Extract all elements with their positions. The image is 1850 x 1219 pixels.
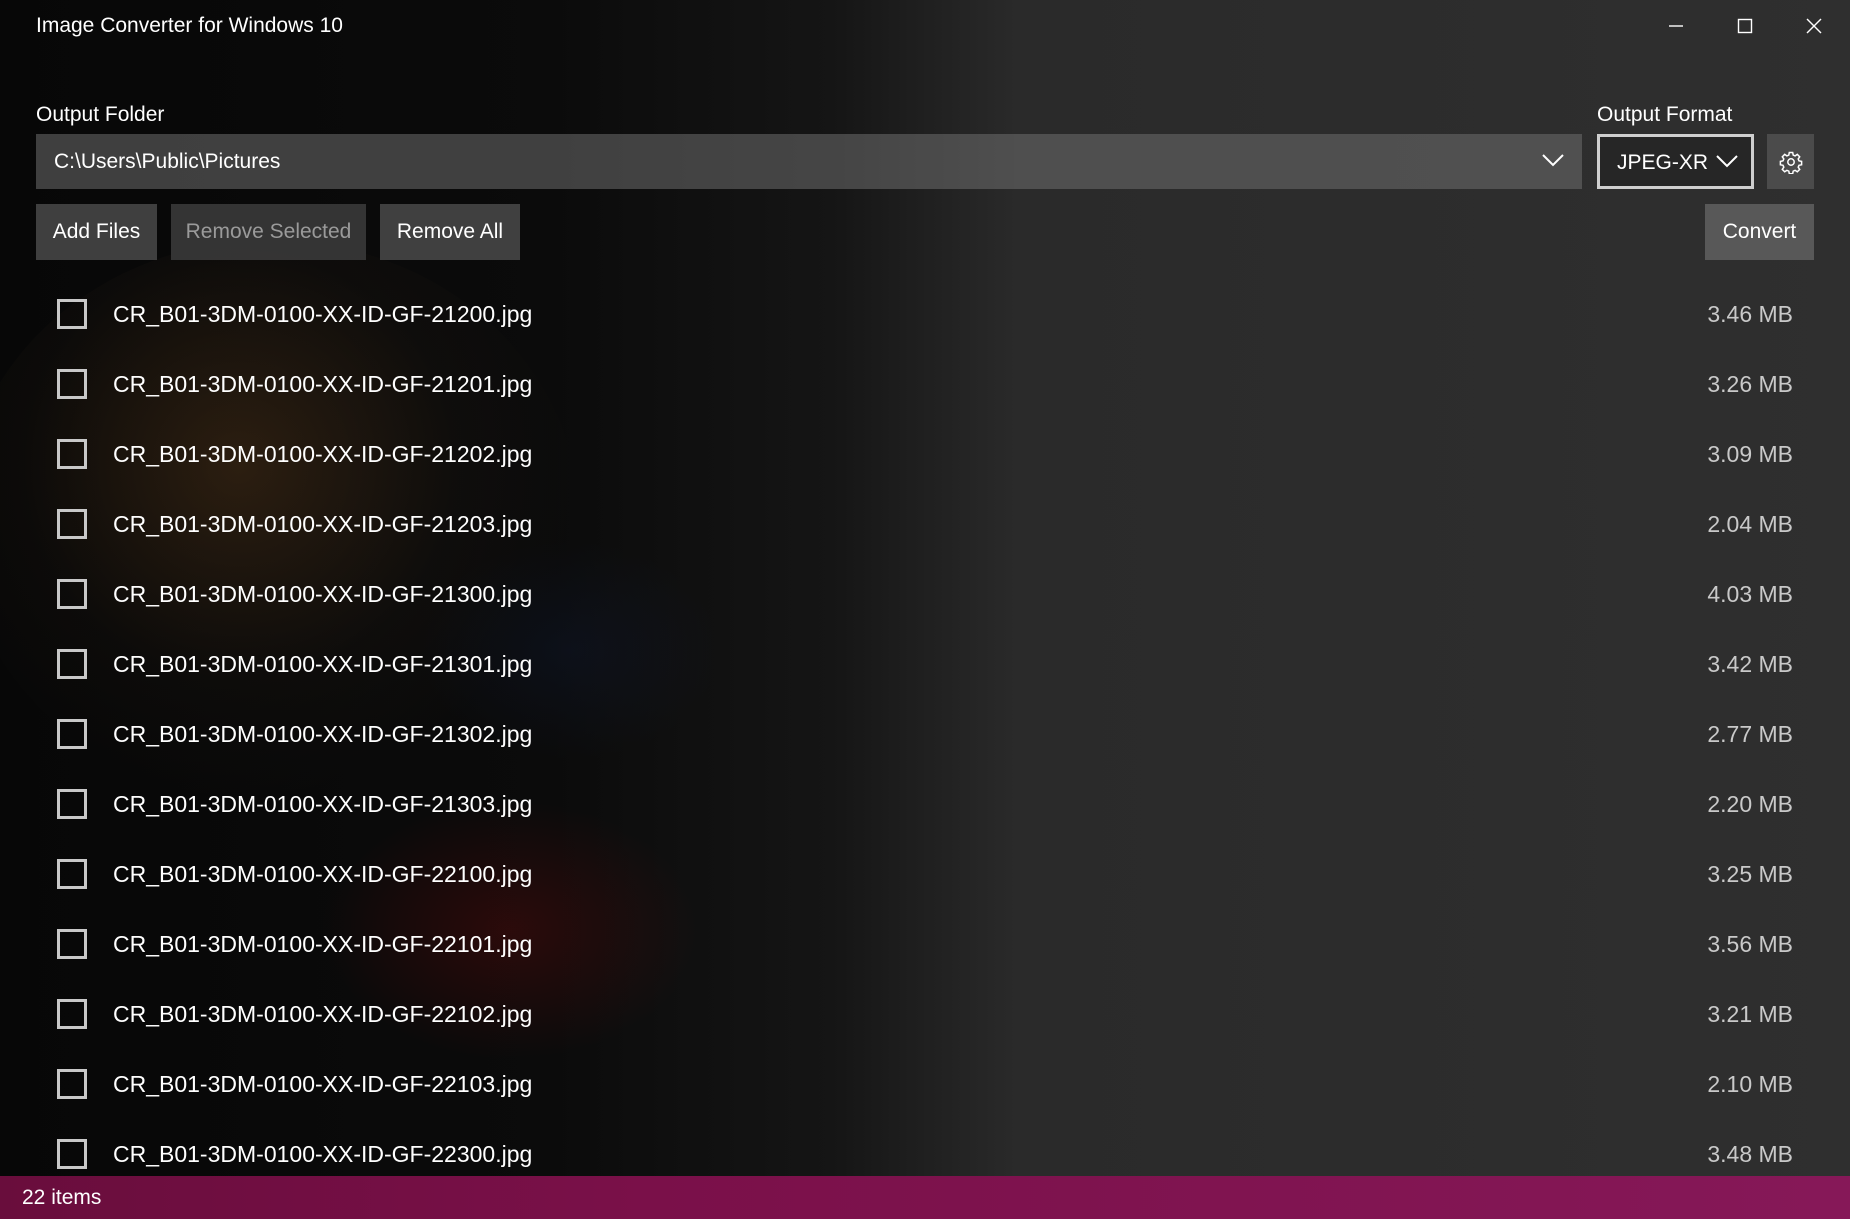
- list-item[interactable]: CR_B01-3DM-0100-XX-ID-GF-21203.jpg 2.04 M…: [0, 490, 1850, 560]
- file-checkbox[interactable]: [57, 649, 87, 679]
- file-name: CR_B01-3DM-0100-XX-ID-GF-22102.jpg: [113, 1001, 533, 1027]
- list-item[interactable]: CR_B01-3DM-0100-XX-ID-GF-21303.jpg 2.20 M…: [0, 770, 1850, 840]
- output-format-combobox[interactable]: JPEG-XR: [1597, 134, 1754, 189]
- file-name: CR_B01-3DM-0100-XX-ID-GF-21301.jpg: [113, 651, 533, 677]
- list-item[interactable]: CR_B01-3DM-0100-XX-ID-GF-22300.jpg 3.48 M…: [0, 1120, 1850, 1176]
- file-size: 2.04 MB: [1707, 511, 1793, 537]
- file-size: 3.48 MB: [1707, 1141, 1793, 1167]
- file-checkbox[interactable]: [57, 509, 87, 539]
- close-icon: [1806, 18, 1822, 34]
- file-name: CR_B01-3DM-0100-XX-ID-GF-22101.jpg: [113, 931, 533, 957]
- output-folder-combobox[interactable]: C:\Users\Public\Pictures: [36, 134, 1582, 189]
- file-name: CR_B01-3DM-0100-XX-ID-GF-21302.jpg: [113, 721, 533, 747]
- maximize-icon: [1737, 18, 1753, 34]
- remove-selected-button[interactable]: Remove Selected: [171, 204, 366, 260]
- file-size: 3.46 MB: [1707, 301, 1793, 327]
- minimize-icon: [1669, 25, 1683, 27]
- remove-all-button[interactable]: Remove All: [380, 204, 520, 260]
- file-checkbox[interactable]: [57, 1139, 87, 1169]
- file-checkbox[interactable]: [57, 789, 87, 819]
- status-bar: 22 items: [0, 1176, 1850, 1219]
- file-size: 2.77 MB: [1707, 721, 1793, 747]
- list-item[interactable]: CR_B01-3DM-0100-XX-ID-GF-22103.jpg 2.10 M…: [0, 1050, 1850, 1120]
- output-format-label: Output Format: [1597, 103, 1733, 126]
- file-checkbox[interactable]: [57, 859, 87, 889]
- close-button[interactable]: [1780, 0, 1848, 52]
- item-count: 22 items: [22, 1186, 102, 1209]
- file-size: 3.25 MB: [1707, 861, 1793, 887]
- settings-button[interactable]: [1767, 134, 1814, 189]
- file-name: CR_B01-3DM-0100-XX-ID-GF-21202.jpg: [113, 441, 533, 467]
- file-size: 2.20 MB: [1707, 791, 1793, 817]
- file-checkbox[interactable]: [57, 579, 87, 609]
- list-item[interactable]: CR_B01-3DM-0100-XX-ID-GF-22100.jpg 3.25 M…: [0, 840, 1850, 910]
- output-format-value: JPEG-XR: [1617, 151, 1709, 174]
- add-files-button[interactable]: Add Files: [36, 204, 157, 260]
- file-checkbox[interactable]: [57, 999, 87, 1029]
- file-checkbox[interactable]: [57, 439, 87, 469]
- title-bar[interactable]: Image Converter for Windows 10: [0, 0, 1850, 52]
- file-list[interactable]: CR_B01-3DM-0100-XX-ID-GF-21200.jpg 3.46 M…: [0, 280, 1850, 1176]
- list-item[interactable]: CR_B01-3DM-0100-XX-ID-GF-22102.jpg 3.21 M…: [0, 980, 1850, 1050]
- file-size: 3.42 MB: [1707, 651, 1793, 677]
- file-size: 3.56 MB: [1707, 931, 1793, 957]
- chevron-down-icon: [1716, 153, 1738, 174]
- file-name: CR_B01-3DM-0100-XX-ID-GF-21300.jpg: [113, 581, 533, 607]
- file-size: 3.21 MB: [1707, 1001, 1793, 1027]
- file-checkbox[interactable]: [57, 369, 87, 399]
- gear-icon: [1779, 151, 1802, 174]
- file-name: CR_B01-3DM-0100-XX-ID-GF-21203.jpg: [113, 511, 533, 537]
- convert-button[interactable]: Convert: [1705, 204, 1814, 260]
- file-name: CR_B01-3DM-0100-XX-ID-GF-22100.jpg: [113, 861, 533, 887]
- file-checkbox[interactable]: [57, 1069, 87, 1099]
- list-item[interactable]: CR_B01-3DM-0100-XX-ID-GF-21301.jpg 3.42 M…: [0, 630, 1850, 700]
- list-item[interactable]: CR_B01-3DM-0100-XX-ID-GF-22101.jpg 3.56 M…: [0, 910, 1850, 980]
- file-name: CR_B01-3DM-0100-XX-ID-GF-21200.jpg: [113, 301, 533, 327]
- maximize-button[interactable]: [1711, 0, 1779, 52]
- file-checkbox[interactable]: [57, 929, 87, 959]
- list-item[interactable]: CR_B01-3DM-0100-XX-ID-GF-21202.jpg 3.09 M…: [0, 420, 1850, 490]
- chevron-down-icon: [1542, 152, 1564, 173]
- minimize-button[interactable]: [1642, 0, 1710, 52]
- output-folder-label: Output Folder: [36, 103, 165, 126]
- file-checkbox[interactable]: [57, 299, 87, 329]
- output-folder-value: C:\Users\Public\Pictures: [54, 150, 281, 173]
- file-size: 4.03 MB: [1707, 581, 1793, 607]
- file-name: CR_B01-3DM-0100-XX-ID-GF-22300.jpg: [113, 1141, 533, 1167]
- window-title: Image Converter for Windows 10: [36, 14, 343, 37]
- file-size: 3.26 MB: [1707, 371, 1793, 397]
- list-item[interactable]: CR_B01-3DM-0100-XX-ID-GF-21201.jpg 3.26 M…: [0, 350, 1850, 420]
- file-name: CR_B01-3DM-0100-XX-ID-GF-21201.jpg: [113, 371, 533, 397]
- list-item[interactable]: CR_B01-3DM-0100-XX-ID-GF-21200.jpg 3.46 M…: [0, 280, 1850, 350]
- file-name: CR_B01-3DM-0100-XX-ID-GF-21303.jpg: [113, 791, 533, 817]
- file-checkbox[interactable]: [57, 719, 87, 749]
- list-item[interactable]: CR_B01-3DM-0100-XX-ID-GF-21300.jpg 4.03 M…: [0, 560, 1850, 630]
- file-size: 3.09 MB: [1707, 441, 1793, 467]
- list-item[interactable]: CR_B01-3DM-0100-XX-ID-GF-21302.jpg 2.77 M…: [0, 700, 1850, 770]
- file-size: 2.10 MB: [1707, 1071, 1793, 1097]
- file-name: CR_B01-3DM-0100-XX-ID-GF-22103.jpg: [113, 1071, 533, 1097]
